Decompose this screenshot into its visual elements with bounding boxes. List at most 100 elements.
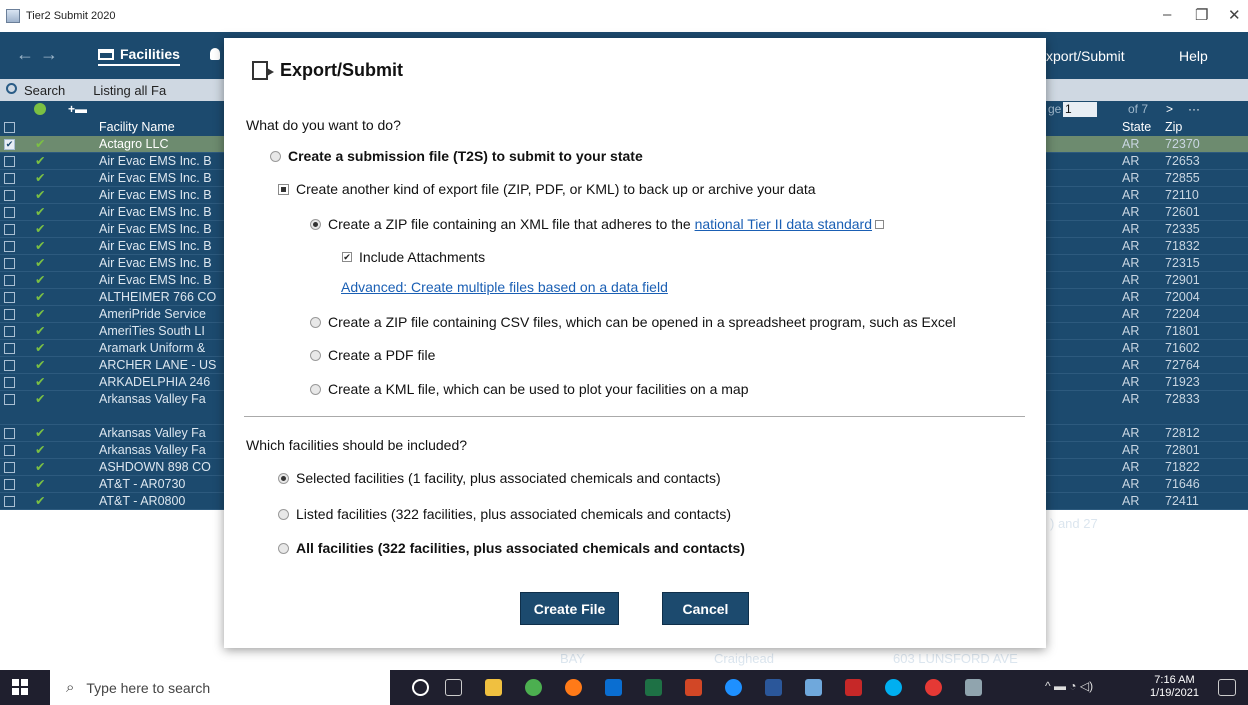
powerpoint-icon[interactable] (685, 679, 702, 696)
status-check-icon: ✔ (35, 239, 46, 253)
state-cell: AR (1122, 392, 1140, 406)
close-button[interactable]: ✕ (1228, 6, 1241, 24)
taskbar-search-box[interactable]: ⌕ Type here to search (50, 670, 390, 705)
option-zip-xml[interactable]: Create a ZIP file containing an XML file… (310, 216, 885, 232)
radio-kml[interactable] (310, 383, 321, 395)
radio-zip-xml[interactable] (310, 218, 321, 230)
search-label[interactable]: Search (24, 83, 65, 98)
search-icon[interactable] (6, 83, 17, 94)
row-checkbox[interactable] (4, 241, 15, 252)
row-checkbox[interactable] (4, 479, 15, 490)
col-state[interactable]: State (1122, 120, 1151, 134)
option-listed-facilities[interactable]: Listed facilities (322 facilities, plus … (278, 506, 731, 522)
status-check-icon: ✔ (35, 426, 46, 440)
row-checkbox[interactable] (4, 224, 15, 235)
state-cell: AR (1122, 273, 1140, 287)
radio-all-facilities[interactable] (278, 542, 289, 554)
skype-icon[interactable] (885, 679, 902, 696)
row-checkbox[interactable] (4, 156, 15, 167)
more-button[interactable]: ··· (1188, 102, 1200, 116)
export-submit-dialog: Export/Submit What do you want to do? Cr… (224, 38, 1046, 648)
row-checkbox[interactable] (4, 326, 15, 337)
internet-explorer-icon[interactable] (725, 679, 742, 696)
col-zip[interactable]: Zip (1165, 120, 1182, 134)
radio-zip-csv[interactable] (310, 316, 321, 328)
page-input[interactable]: 1 (1063, 102, 1097, 117)
radio-t2s[interactable] (270, 150, 281, 162)
radio-pdf[interactable] (310, 349, 321, 361)
firefox-icon[interactable] (565, 679, 582, 696)
notification-icon[interactable] (1218, 679, 1236, 696)
include-attachments[interactable]: ✔ Include Attachments (342, 249, 485, 265)
option-kml[interactable]: Create a KML file, which can be used to … (310, 381, 748, 397)
facility-name-cell: ASHDOWN 898 CO (99, 460, 211, 474)
back-arrow-icon[interactable]: ← (16, 44, 40, 64)
zip-cell: 72004 (1165, 290, 1200, 304)
tier2-submit-taskbar-icon[interactable] (965, 679, 982, 696)
radio-other-export[interactable] (278, 183, 289, 195)
contacts-icon[interactable] (210, 48, 220, 60)
tier2-standard-link[interactable]: national Tier II data standard (695, 216, 872, 232)
row-checkbox[interactable] (4, 343, 15, 354)
option-kml-label: Create a KML file, which can be used to … (328, 381, 749, 397)
select-all-checkbox[interactable] (4, 122, 15, 133)
forward-arrow-icon[interactable]: → (40, 44, 64, 64)
app-red-icon[interactable] (925, 679, 942, 696)
outlook-icon[interactable] (605, 679, 622, 696)
row-checkbox[interactable] (4, 360, 15, 371)
option-selected-facilities[interactable]: Selected facilities (1 facility, plus as… (278, 470, 721, 486)
file-explorer-icon[interactable] (485, 679, 502, 696)
cancel-button[interactable]: Cancel (662, 592, 749, 625)
col-facility-name[interactable]: Facility Name (99, 120, 175, 134)
option-t2s[interactable]: Create a submission file (T2S) to submit… (270, 148, 643, 164)
radio-selected-facilities[interactable] (278, 472, 289, 484)
include-attachments-checkbox[interactable]: ✔ (342, 252, 352, 262)
row-checkbox[interactable]: ✔ (4, 139, 15, 150)
word-icon[interactable] (765, 679, 782, 696)
row-checkbox[interactable] (4, 496, 15, 507)
facility-name-cell: Air Evac EMS Inc. B (99, 256, 212, 270)
status-check-icon: ✔ (35, 205, 46, 219)
system-tray-icons[interactable]: ^ ▬ ◔ ◁) (1045, 679, 1093, 693)
row-checkbox[interactable] (4, 207, 15, 218)
windows-start-icon[interactable] (12, 679, 28, 695)
cortana-icon[interactable] (412, 679, 429, 696)
minimize-button[interactable]: – (1163, 6, 1171, 23)
state-cell: AR (1122, 358, 1140, 372)
chrome-icon[interactable] (525, 679, 542, 696)
row-checkbox[interactable] (4, 190, 15, 201)
row-checkbox[interactable] (4, 394, 15, 405)
advanced-multiple-files-link[interactable]: Advanced: Create multiple files based on… (341, 279, 668, 295)
maximize-button[interactable]: ❐ (1195, 6, 1208, 24)
option-all-facilities[interactable]: All facilities (322 facilities, plus ass… (278, 540, 745, 556)
task-view-icon[interactable] (445, 679, 462, 696)
create-file-button[interactable]: Create File (520, 592, 619, 625)
row-checkbox[interactable] (4, 173, 15, 184)
facility-name-cell: Air Evac EMS Inc. B (99, 154, 212, 168)
row-checkbox[interactable] (4, 428, 15, 439)
row-checkbox[interactable] (4, 292, 15, 303)
tab-export-submit[interactable]: xport/Submit (1046, 48, 1125, 64)
radio-listed-facilities[interactable] (278, 508, 289, 520)
option-other-export[interactable]: Create another kind of export file (ZIP,… (278, 181, 816, 197)
add-facility-icon[interactable]: +▬ (68, 102, 87, 116)
tab-facilities[interactable]: Facilities (98, 46, 180, 66)
zip-cell: 71801 (1165, 324, 1200, 338)
network-app-icon[interactable] (805, 679, 822, 696)
acrobat-icon[interactable] (845, 679, 862, 696)
row-checkbox[interactable] (4, 445, 15, 456)
excel-icon[interactable] (645, 679, 662, 696)
option-zip-csv[interactable]: Create a ZIP file containing CSV files, … (310, 314, 956, 330)
row-checkbox[interactable] (4, 275, 15, 286)
zip-cell: 71822 (1165, 460, 1200, 474)
row-checkbox[interactable] (4, 309, 15, 320)
row-checkbox[interactable] (4, 258, 15, 269)
taskbar-clock[interactable]: 7:16 AM 1/19/2021 (1150, 674, 1199, 700)
tab-help[interactable]: Help (1179, 48, 1208, 64)
row-checkbox[interactable] (4, 462, 15, 473)
facility-name-cell: Air Evac EMS Inc. B (99, 222, 212, 236)
option-pdf[interactable]: Create a PDF file (310, 347, 435, 363)
validate-icon[interactable] (34, 103, 46, 115)
next-page-button[interactable]: > (1166, 102, 1173, 116)
row-checkbox[interactable] (4, 377, 15, 388)
